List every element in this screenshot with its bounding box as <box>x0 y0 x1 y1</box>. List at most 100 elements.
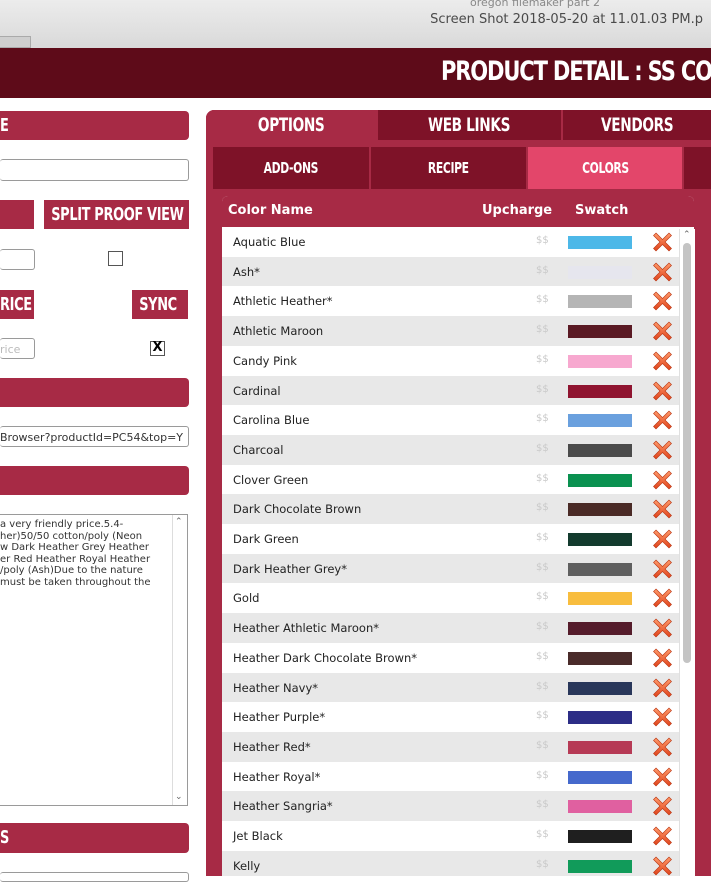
delete-icon[interactable] <box>652 380 673 401</box>
upcharge-value[interactable]: $$ <box>536 651 549 662</box>
table-scrollbar[interactable]: ⌃ <box>679 229 695 876</box>
split-proof-view-button[interactable]: SPLIT PROOF VIEW <box>44 200 189 229</box>
left-button-fragment[interactable] <box>0 200 34 229</box>
delete-icon[interactable] <box>652 587 673 608</box>
tab-options[interactable]: OPTIONS <box>206 110 376 140</box>
upcharge-value[interactable]: $$ <box>536 473 549 484</box>
description-textarea[interactable]: a very friendly price.5.4- her)50/50 cot… <box>0 514 188 806</box>
delete-icon[interactable] <box>652 766 673 787</box>
upcharge-value[interactable]: $$ <box>536 591 549 602</box>
delete-icon[interactable] <box>652 439 673 460</box>
description-line: must be taken throughout the <box>0 576 151 588</box>
delete-icon[interactable] <box>652 825 673 846</box>
upcharge-value[interactable]: $$ <box>536 740 549 751</box>
table-row[interactable]: Heather Navy* $$ <box>222 672 682 703</box>
chevron-down-icon[interactable]: ⌄ <box>175 792 183 804</box>
upcharge-value[interactable]: $$ <box>536 294 549 305</box>
table-row[interactable]: Heather Dark Chocolate Brown* $$ <box>222 642 682 673</box>
subtab-more[interactable] <box>684 147 711 189</box>
table-row[interactable]: Cardinal $$ <box>222 375 682 406</box>
chevron-up-icon[interactable]: ⌃ <box>683 230 691 240</box>
table-row[interactable]: Aquatic Blue $$ <box>222 227 682 257</box>
bottom-field[interactable] <box>0 872 189 882</box>
delete-icon[interactable] <box>652 261 673 282</box>
delete-icon[interactable] <box>652 647 673 668</box>
subtab-recipe[interactable]: RECIPE <box>371 147 526 189</box>
delete-icon[interactable] <box>652 528 673 549</box>
sync-button[interactable]: SYNC <box>132 290 188 319</box>
delete-icon[interactable] <box>652 736 673 757</box>
upcharge-value[interactable]: $$ <box>536 829 549 840</box>
textarea-scrollbar[interactable]: ⌃ ⌄ <box>172 515 187 805</box>
upcharge-value[interactable]: $$ <box>536 562 549 573</box>
table-row[interactable]: Athletic Maroon $$ <box>222 316 682 346</box>
table-row[interactable]: Heather Athletic Maroon* $$ <box>222 613 682 643</box>
delete-icon[interactable] <box>652 617 673 638</box>
upcharge-value[interactable]: $$ <box>536 413 549 424</box>
small-field[interactable] <box>0 249 35 270</box>
table-row[interactable]: Charcoal $$ <box>222 434 682 465</box>
price-input[interactable]: rice <box>0 338 35 359</box>
upcharge-value[interactable]: $$ <box>536 502 549 513</box>
delete-icon[interactable] <box>652 350 673 371</box>
delete-icon[interactable] <box>652 795 673 816</box>
delete-icon[interactable] <box>652 498 673 519</box>
table-row[interactable]: Carolina Blue $$ <box>222 405 682 435</box>
table-row[interactable]: Dark Chocolate Brown $$ <box>222 494 682 524</box>
color-swatch <box>568 384 632 398</box>
upcharge-value[interactable]: $$ <box>536 710 549 721</box>
delete-icon[interactable] <box>652 409 673 430</box>
delete-icon[interactable] <box>652 677 673 698</box>
delete-icon[interactable] <box>652 469 673 490</box>
url-input[interactable]: Browser?productId=PC54&top=Y <box>0 426 189 447</box>
color-name: Kelly <box>233 858 261 873</box>
color-name: Ash* <box>233 264 260 279</box>
scrollbar-thumb[interactable] <box>683 243 691 663</box>
page-header: PRODUCT DETAIL : SS COTT <box>0 48 711 98</box>
subtab-colors[interactable]: COLORS <box>528 147 682 189</box>
upcharge-value[interactable]: $$ <box>536 859 549 870</box>
upcharge-value[interactable]: $$ <box>536 443 549 454</box>
sync-checkbox[interactable]: X <box>150 341 165 356</box>
chevron-up-icon[interactable]: ⌃ <box>175 517 183 529</box>
table-row[interactable]: Dark Heather Grey* $$ <box>222 553 682 584</box>
delete-icon[interactable] <box>652 855 673 876</box>
tab-vendors[interactable]: VENDORS <box>563 110 711 140</box>
upcharge-value[interactable]: $$ <box>536 235 549 246</box>
upcharge-value[interactable]: $$ <box>536 681 549 692</box>
color-name: Athletic Heather* <box>233 294 333 309</box>
table-row[interactable]: Dark Green $$ <box>222 524 682 554</box>
upcharge-value[interactable]: $$ <box>536 354 549 365</box>
table-row[interactable]: Heather Sangria* $$ <box>222 791 682 821</box>
delete-icon[interactable] <box>652 706 673 727</box>
subtab-add-ons[interactable]: ADD-ONS <box>213 147 369 189</box>
table-row[interactable]: Clover Green $$ <box>222 464 682 495</box>
delete-icon[interactable] <box>652 290 673 311</box>
upcharge-value[interactable]: $$ <box>536 324 549 335</box>
table-row[interactable]: Heather Red* $$ <box>222 731 682 762</box>
tab-web-links[interactable]: WEB LINKS <box>378 110 561 140</box>
table-row[interactable]: Candy Pink $$ <box>222 345 682 376</box>
table-row[interactable]: Kelly $$ <box>222 850 682 876</box>
upcharge-value[interactable]: $$ <box>536 621 549 632</box>
delete-icon[interactable] <box>652 320 673 341</box>
option-checkbox[interactable] <box>108 251 123 266</box>
color-name: Carolina Blue <box>233 413 310 428</box>
delete-icon[interactable] <box>652 231 673 252</box>
upcharge-value[interactable]: $$ <box>536 799 549 810</box>
delete-icon[interactable] <box>652 558 673 579</box>
color-name: Athletic Maroon <box>233 324 324 339</box>
upcharge-value[interactable]: $$ <box>536 384 549 395</box>
upcharge-value[interactable]: $$ <box>536 265 549 276</box>
table-row[interactable]: Ash* $$ <box>222 256 682 287</box>
name-field[interactable] <box>0 159 189 181</box>
upcharge-value[interactable]: $$ <box>536 532 549 543</box>
table-row[interactable]: Jet Black $$ <box>222 821 682 851</box>
color-name: Heather Purple* <box>233 710 326 725</box>
table-row[interactable]: Heather Purple* $$ <box>222 702 682 732</box>
upcharge-value[interactable]: $$ <box>536 770 549 781</box>
table-row[interactable]: Heather Royal* $$ <box>222 761 682 792</box>
table-row[interactable]: Gold $$ <box>222 583 682 614</box>
table-row[interactable]: Athletic Heather* $$ <box>222 286 682 317</box>
col-color-name: Color Name <box>228 203 313 218</box>
